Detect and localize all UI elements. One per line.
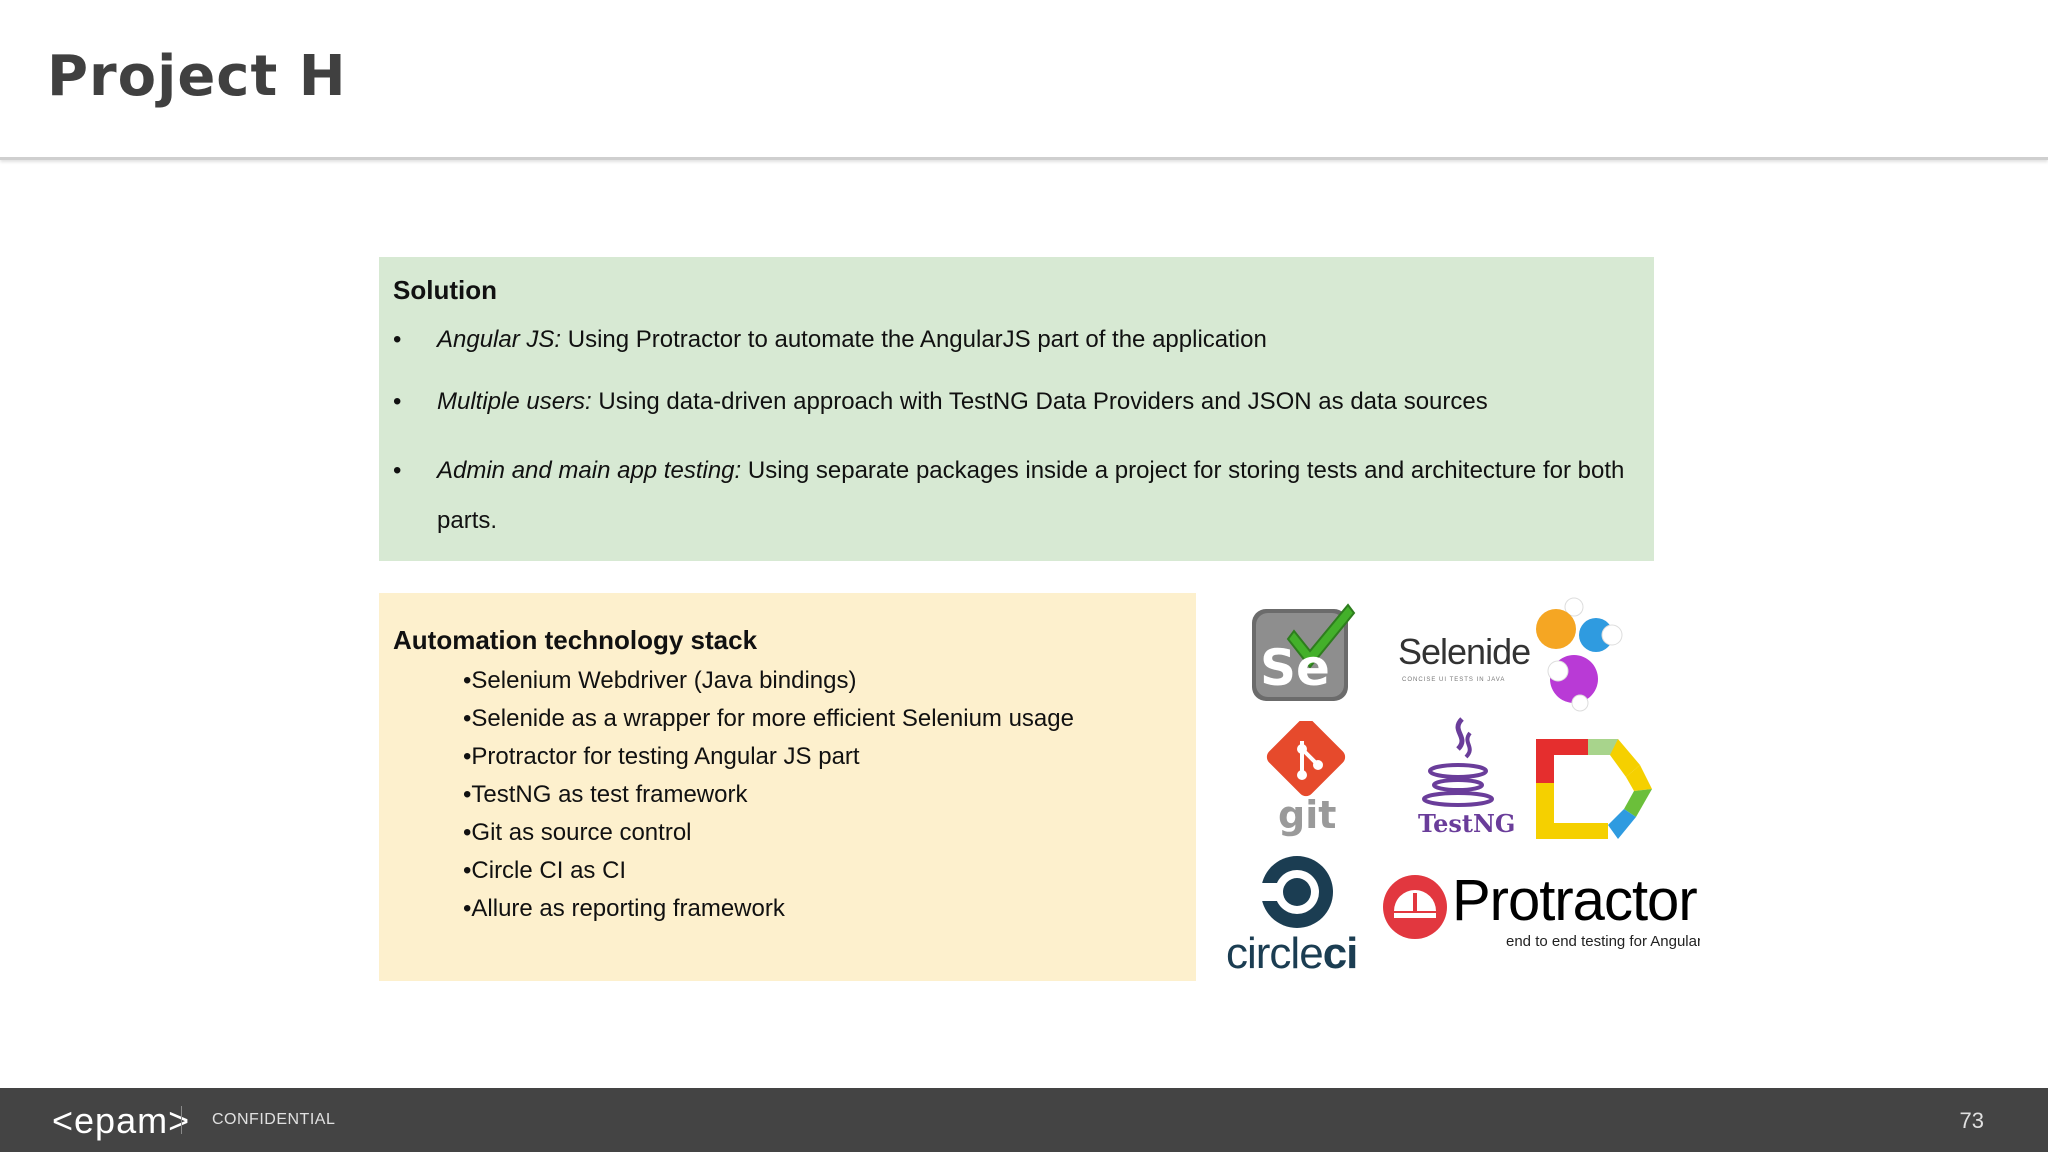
circleci-text-ci: ci <box>1322 929 1359 978</box>
allure-logo <box>1536 739 1652 839</box>
stack-item: •TestNG as test framework <box>463 781 748 808</box>
footer-divider <box>181 1106 182 1134</box>
stack-box: Automation technology stack •Selenium We… <box>379 593 1196 981</box>
solution-list: • Angular JS: Using Protractor to automa… <box>393 322 1640 546</box>
solution-item-lead: Admin and main app testing: <box>437 457 742 484</box>
protractor-logo-text: Protractor <box>1452 868 1698 933</box>
selenide-tagline: CONCISE UI TESTS IN JAVA <box>1402 677 1506 683</box>
slide-title: Project H <box>47 44 347 109</box>
stack-item: •Selenide as a wrapper for more efficien… <box>463 705 1074 732</box>
stack-item: •Git as source control <box>463 819 692 846</box>
selenide-logo: Selenide CONCISE UI TESTS IN JAVA <box>1398 597 1638 713</box>
title-bar: Project H <box>0 0 2048 160</box>
selenium-logo: Se <box>1248 603 1358 707</box>
stack-item: •Protractor for testing Angular JS part <box>463 743 860 770</box>
git-logo-text: git <box>1278 793 1337 837</box>
bullet: • <box>393 457 402 484</box>
stack-list: •Selenium Webdriver (Java bindings) •Sel… <box>393 662 1182 928</box>
solution-item-text: Using data-driven approach with TestNG D… <box>591 388 1488 415</box>
logo-grid: Se Selenide CONCISE UI TESTS IN JAVA git <box>1220 595 1700 995</box>
solution-item-lead: Multiple users: <box>437 388 592 415</box>
solution-item: • Angular JS: Using Protractor to automa… <box>393 322 1640 358</box>
protractor-logo: Protractor end to end testing for Angula… <box>1382 865 1700 965</box>
stack-item: •Circle CI as CI <box>463 857 627 884</box>
solution-box: Solution • Angular JS: Using Protractor … <box>379 257 1654 561</box>
page-number: 73 <box>1959 1108 1984 1133</box>
footer: <epam> CONFIDENTIAL 73 <box>0 1088 2048 1152</box>
solution-heading: Solution <box>393 275 497 305</box>
solution-item-text: Using Protractor to automate the Angular… <box>561 326 1267 353</box>
selenide-logo-text: Selenide <box>1398 631 1531 672</box>
git-logo: git <box>1262 717 1352 841</box>
circleci-logo: circleci <box>1226 853 1376 978</box>
stack-item: •Selenium Webdriver (Java bindings) <box>463 667 857 694</box>
confidential-label: CONFIDENTIAL <box>212 1111 336 1128</box>
bullet: • <box>393 326 402 353</box>
testng-logo: TestNG <box>1400 713 1520 843</box>
solution-item: • Multiple users: Using data-driven appr… <box>393 384 1640 420</box>
stack-heading: Automation technology stack <box>393 625 758 655</box>
protractor-tagline: end to end testing for AngularJS <box>1506 933 1700 950</box>
testng-logo-text: TestNG <box>1418 809 1516 838</box>
selenium-logo-text: Se <box>1260 639 1330 697</box>
solution-item: • Admin and main app testing: Using sepa… <box>393 446 1640 546</box>
bullet: • <box>393 388 402 415</box>
circleci-text-circle: circle <box>1226 929 1324 978</box>
circleci-logo-text: circleci <box>1226 929 1359 979</box>
stack-item: •Allure as reporting framework <box>463 895 785 922</box>
solution-item-lead: Angular JS: <box>437 326 562 353</box>
epam-logo: <epam> <box>52 1100 191 1141</box>
